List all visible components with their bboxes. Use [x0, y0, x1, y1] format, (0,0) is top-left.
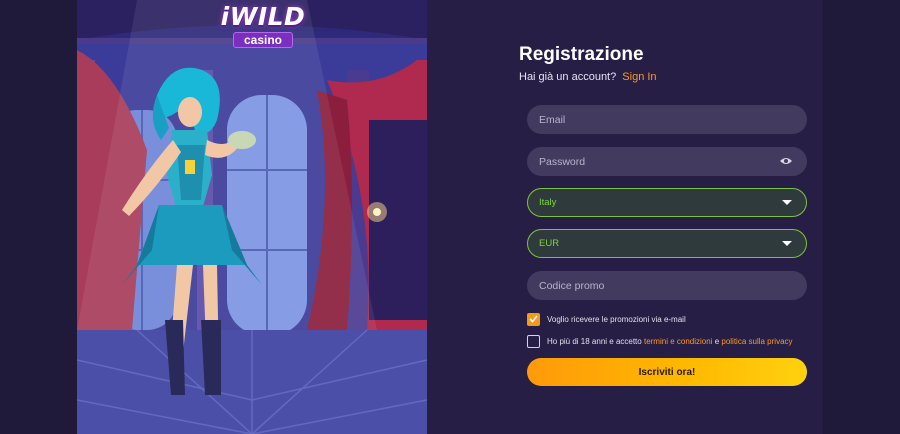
register-button[interactable]: Iscriviti ora! — [527, 358, 807, 386]
promo-checkbox[interactable] — [527, 312, 540, 326]
password-placeholder: Password — [539, 155, 586, 168]
caret-down-icon — [782, 200, 792, 205]
promo-placeholder: Codice promo — [539, 279, 605, 292]
privacy-link[interactable]: politica sulla privacy — [721, 337, 792, 346]
form-subtitle: Hai già un account? Sign In — [519, 71, 657, 83]
terms-consent-row: Ho più di 18 anni e accetto termini e co… — [527, 334, 793, 348]
check-icon — [529, 315, 538, 323]
currency-select[interactable]: EUR — [527, 229, 807, 258]
promo-checkbox-label: Voglio ricevere le promozioni via e-mail — [547, 314, 686, 324]
eye-icon[interactable] — [780, 156, 792, 168]
form-title: Registrazione — [519, 44, 644, 65]
caret-down-icon — [782, 241, 792, 246]
page-margin-left — [0, 0, 77, 434]
email-placeholder: Email — [539, 113, 566, 126]
registration-panel: Registrazione Hai già un account? Sign I… — [427, 0, 823, 434]
hero-scene — [77, 0, 427, 434]
terms-prefix: Ho più di 18 anni e accetto — [547, 336, 642, 346]
promo-code-field[interactable]: Codice promo — [527, 271, 807, 300]
promo-consent-row: Voglio ricevere le promozioni via e-mail — [527, 312, 686, 326]
account-question: Hai già un account? — [519, 71, 617, 83]
country-select[interactable]: Italy — [527, 188, 807, 217]
logo-subtitle: casino — [232, 32, 293, 48]
email-field[interactable]: Email — [527, 105, 807, 134]
sign-in-link[interactable]: Sign In — [622, 71, 656, 83]
currency-value: EUR — [539, 238, 560, 249]
country-value: Italy — [539, 197, 557, 208]
terms-and: e — [714, 336, 720, 346]
terms-checkbox[interactable] — [527, 334, 540, 348]
password-field[interactable]: Password — [527, 147, 807, 176]
brand-logo: iWILD casino — [215, 3, 311, 53]
page-margin-right — [823, 0, 900, 434]
terms-link[interactable]: termini e condizioni — [644, 337, 712, 346]
hero-illustration: iWILD casino — [77, 0, 427, 434]
logo-wordmark: iWILD — [220, 2, 306, 31]
